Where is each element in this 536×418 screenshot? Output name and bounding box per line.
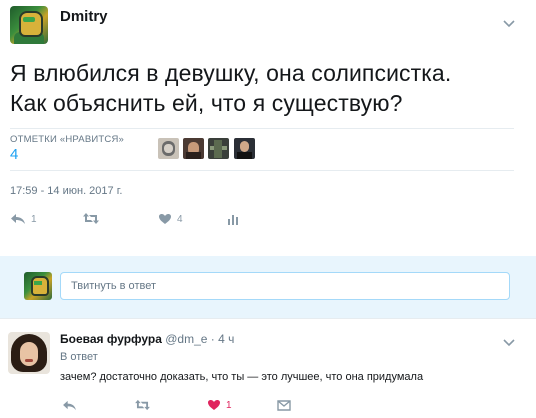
analytics-button[interactable] [227, 213, 239, 225]
reply-compose-box: Твитнуть в ответ [0, 256, 536, 318]
analytics-icon [227, 213, 239, 225]
reply-button[interactable] [62, 400, 77, 411]
tweet-timestamp[interactable]: 17:59 - 14 июн. 2017 г. [10, 185, 122, 197]
retweet-icon [82, 212, 100, 225]
like-icon [207, 399, 221, 411]
divider [10, 170, 514, 171]
retweet-button[interactable] [134, 399, 151, 411]
separator-dot: · [210, 332, 215, 346]
like-button[interactable]: 4 [158, 213, 183, 225]
like-button[interactable]: 1 [207, 399, 232, 411]
retweet-button[interactable] [82, 212, 105, 225]
liker-avatar[interactable] [158, 138, 179, 159]
author-name[interactable]: Dmitry [60, 8, 108, 25]
retweet-icon [134, 399, 151, 411]
tweet-text-line: Как объяснить ей, что я существую? [10, 90, 403, 116]
reply-text: зачем? достаточно доказать, что ты — это… [60, 371, 424, 383]
direct-message-button[interactable] [277, 400, 291, 411]
liker-avatar[interactable] [208, 138, 229, 159]
reply-author-handle[interactable]: @dm_e [165, 332, 207, 346]
reply-count: 1 [31, 213, 37, 225]
divider [10, 128, 514, 129]
reply-author-name[interactable]: Боевая фурфура [60, 332, 162, 346]
reply-to-label: В ответ [60, 351, 98, 363]
main-tweet: Dmitry Я влюбился в девушку, она солипси… [0, 0, 536, 256]
reply-input[interactable]: Твитнуть в ответ [60, 272, 510, 300]
chevron-down-icon[interactable] [503, 336, 515, 350]
like-count: 4 [177, 213, 183, 225]
reply-button[interactable]: 1 [10, 213, 37, 225]
reply-header: Боевая фурфура @dm_e · 4 ч [60, 332, 234, 346]
likes-count[interactable]: 4 [10, 146, 18, 163]
like-icon [158, 213, 172, 225]
like-count: 1 [226, 399, 232, 411]
direct-message-icon [277, 400, 291, 411]
reply-icon [10, 213, 26, 225]
tweet-text: Я влюбился в девушку, она солипсистка. К… [10, 58, 520, 118]
reply-icon [62, 400, 77, 411]
reply-time[interactable]: 4 ч [218, 332, 234, 346]
tweet-text-line: Я влюбился в девушку, она солипсистка. [10, 60, 452, 86]
current-user-avatar [24, 272, 52, 300]
reply-author-avatar[interactable] [8, 332, 50, 374]
author-avatar[interactable] [10, 6, 48, 44]
chevron-down-icon[interactable] [503, 17, 515, 31]
liker-avatar[interactable] [234, 138, 255, 159]
reply-tweet: Боевая фурфура @dm_e · 4 ч В ответ зачем… [0, 318, 536, 418]
likes-label[interactable]: ОТМЕТКИ «НРАВИТСЯ» [10, 134, 124, 145]
liker-avatar[interactable] [183, 138, 204, 159]
divider [0, 318, 536, 319]
